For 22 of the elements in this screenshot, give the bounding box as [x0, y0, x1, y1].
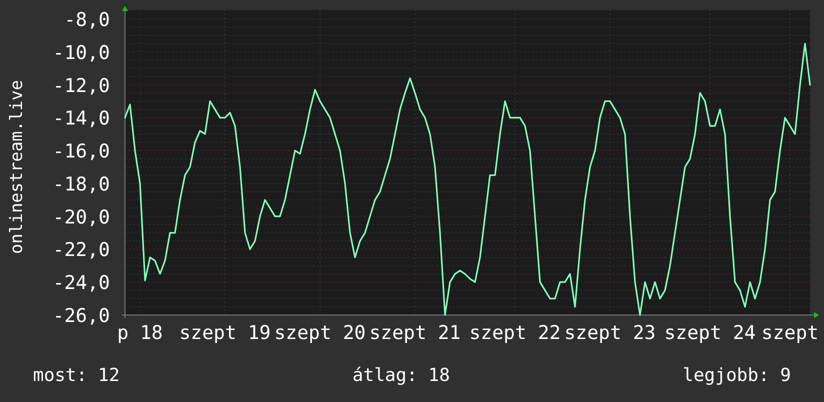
axis-tick-label: -24,0	[52, 272, 110, 294]
axis-tick-label: -10,0	[52, 42, 110, 64]
axis-tick-label: -22,0	[52, 239, 110, 262]
axis-tick-label: szept 19	[179, 322, 271, 344]
axis-tick-label: szept 20	[274, 322, 366, 344]
axis-tick-label: -14,0	[52, 108, 110, 130]
axis-tick-label: -26,0	[52, 305, 110, 327]
axis-tick-label: szept	[761, 322, 819, 344]
axis-tick-label: szept 24	[664, 322, 756, 344]
axis-tick-label: szept 23	[564, 322, 656, 344]
axis-tick-label: p 18	[117, 322, 163, 344]
axis-tick-label: -8,0	[64, 9, 110, 31]
axis-tick-label: -12,0	[52, 74, 110, 97]
axis-tick-label: szept 21	[369, 322, 461, 344]
axis-title: onlinestream.live	[7, 80, 27, 254]
legend-text: most: 12	[33, 364, 120, 388]
axis-tick-label: -16,0	[52, 140, 110, 163]
legend-text: legjobb: 9	[682, 364, 791, 388]
axis-tick-label: -18,0	[52, 173, 110, 196]
axis-tick-label: szept 22	[469, 322, 561, 344]
axis-tick-label: -20,0	[52, 206, 110, 228]
legend-text: átlag: 18	[352, 364, 450, 388]
